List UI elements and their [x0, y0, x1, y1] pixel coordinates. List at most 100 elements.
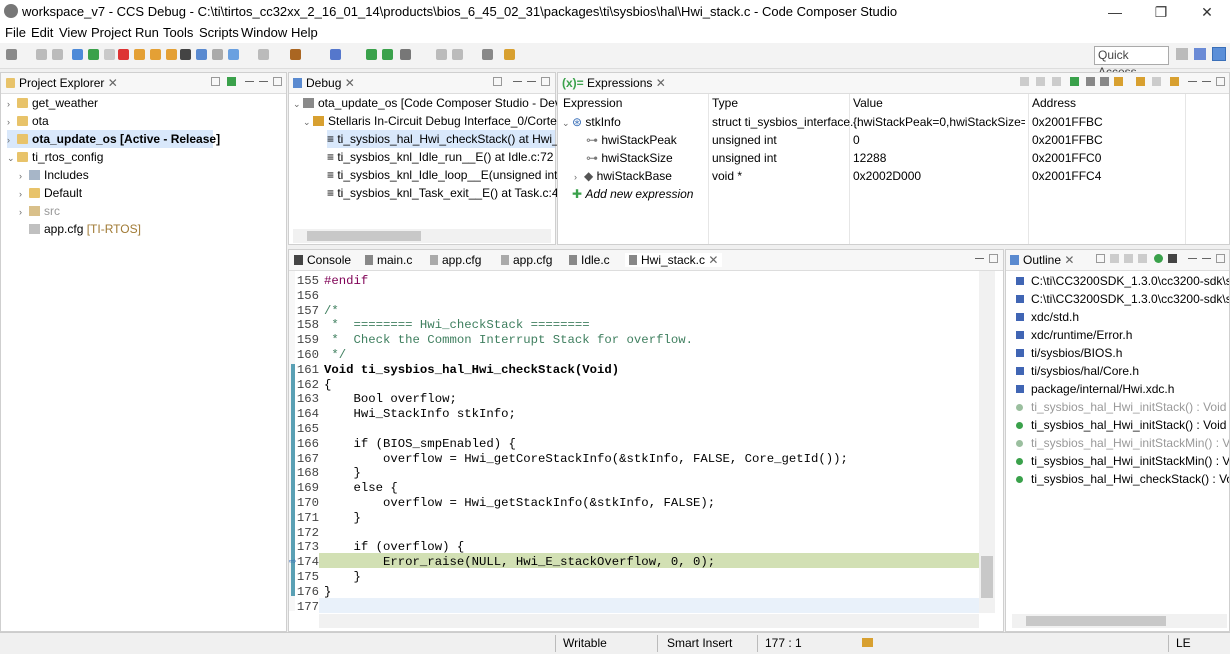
stack-frame[interactable]: ≡ ti_sysbios_knl_Idle_run__E() at Idle.c…: [327, 148, 576, 166]
show-logical-icon[interactable]: [1036, 77, 1045, 86]
expand-arrow-icon[interactable]: ›: [574, 168, 584, 186]
outline-include[interactable]: ti/sysbios/BIOS.h: [1016, 344, 1122, 362]
scrollbar-thumb[interactable]: [307, 231, 421, 241]
add-expression-icon[interactable]: [1070, 77, 1079, 86]
flash-icon[interactable]: [330, 49, 341, 60]
refresh-icon[interactable]: [1114, 77, 1123, 86]
minimize-view-icon[interactable]: [527, 81, 536, 82]
column-header-expression[interactable]: Expression: [563, 94, 622, 112]
menu-help[interactable]: Help: [291, 25, 318, 40]
pin-icon[interactable]: [1170, 77, 1179, 86]
editor-vertical-scrollbar[interactable]: [979, 271, 995, 613]
expand-arrow-icon[interactable]: ›: [7, 95, 17, 113]
menu-scripts[interactable]: Scripts: [199, 25, 239, 40]
perspective-debug-icon[interactable]: [1212, 47, 1226, 61]
minimize-view-icon[interactable]: [1202, 258, 1211, 259]
view-menu-icon[interactable]: [245, 81, 254, 82]
collapse-all-icon[interactable]: [1052, 77, 1061, 86]
tree-item-app-cfg[interactable]: app.cfg [TI-RTOS]: [19, 220, 141, 238]
outline-function[interactable]: ti_sysbios_hal_Hwi_initStack() : Void: [1016, 398, 1226, 416]
add-new-expression[interactable]: ✚ Add new expression: [572, 185, 693, 203]
remove-expression-icon[interactable]: [1086, 77, 1095, 86]
maximize-view-icon[interactable]: [541, 77, 550, 86]
outline-include[interactable]: xdc/std.h: [1016, 308, 1079, 326]
tab-hwi-stack-c[interactable]: Hwi_stack.c ✕: [625, 253, 723, 267]
open-perspective-icon[interactable]: [1176, 48, 1188, 60]
menu-edit[interactable]: Edit: [31, 25, 53, 40]
tab-console[interactable]: Console: [294, 253, 351, 267]
expression-row-hwistackpeak[interactable]: ⊶ hwiStackPeak: [586, 131, 677, 149]
new-icon[interactable]: [6, 49, 17, 60]
expression-value[interactable]: 0x2002D000: [853, 167, 921, 185]
quick-access-input[interactable]: Quick Access: [1094, 46, 1169, 79]
menu-project[interactable]: Project: [91, 25, 131, 40]
link-with-editor-icon[interactable]: [227, 77, 236, 86]
column-header-type[interactable]: Type: [712, 94, 738, 112]
expression-value[interactable]: {hwiStackPeak=0,hwiStackSize=1...: [853, 113, 1025, 131]
column-header-value[interactable]: Value: [853, 94, 883, 112]
outline-function[interactable]: ti_sysbios_hal_Hwi_initStack() : Void: [1016, 416, 1226, 434]
status-cursor-position[interactable]: 177 : 1: [765, 636, 802, 650]
code-area[interactable]: 155 #endif 156 157 /* 158 * ======== Hwi_chec…: [293, 274, 973, 614]
hide-fields-icon[interactable]: [1124, 254, 1133, 263]
registers-icon[interactable]: [196, 49, 207, 60]
expression-row-stkinfo[interactable]: ⌄ ⊛ stkInfo: [562, 113, 621, 131]
step-return-icon[interactable]: [166, 49, 177, 60]
outline-horizontal-scrollbar[interactable]: [1012, 614, 1227, 628]
hide-macros-icon[interactable]: [1168, 254, 1177, 263]
close-icon[interactable]: ✕: [108, 76, 118, 90]
continuous-refresh-icon[interactable]: [1136, 77, 1145, 86]
debug-icon[interactable]: [72, 49, 83, 60]
pin-icon[interactable]: [504, 49, 515, 60]
outline-include[interactable]: ti/sysbios/hal/Core.h: [1016, 362, 1139, 380]
restore-button[interactable]: ❐: [1146, 2, 1176, 22]
gear-icon[interactable]: [482, 49, 493, 60]
minimize-button[interactable]: —: [1100, 2, 1130, 22]
close-icon[interactable]: ✕: [345, 76, 355, 90]
tab-outline[interactable]: Outline ✕: [1010, 253, 1074, 267]
tools-icon[interactable]: [400, 49, 411, 60]
step-over-icon[interactable]: [150, 49, 161, 60]
scrollbar-thumb[interactable]: [1026, 616, 1166, 626]
history-icon[interactable]: [452, 49, 463, 60]
minimize-view-icon[interactable]: [1202, 81, 1211, 82]
tree-item-get-weather[interactable]: › get_weather: [7, 94, 98, 112]
debug-session[interactable]: ⌄ ota_update_os [Code Composer Studio - D…: [293, 94, 569, 112]
outline-include[interactable]: C:\ti\CC3200SDK_1.3.0\cc3200-sdk\s: [1016, 272, 1229, 290]
column-header-address[interactable]: Address: [1032, 94, 1076, 112]
expression-value[interactable]: 0: [853, 131, 860, 149]
tab-app-cfg[interactable]: app.cfg: [501, 253, 552, 267]
outline-function[interactable]: ti_sysbios_hal_Hwi_initStackMin() : Vc: [1016, 434, 1229, 452]
save-icon[interactable]: [36, 49, 47, 60]
show-type-icon[interactable]: [1020, 77, 1029, 86]
tab-idle-c[interactable]: Idle.c: [569, 253, 610, 267]
collapse-all-icon[interactable]: [1096, 254, 1105, 263]
step-into-icon[interactable]: [134, 49, 145, 60]
stack-frame[interactable]: ≡ ti_sysbios_knl_Task_exit__E() at Task.…: [327, 184, 582, 202]
tab-main-c[interactable]: main.c: [365, 253, 412, 267]
terminate-icon[interactable]: [118, 49, 129, 60]
close-icon[interactable]: ✕: [1064, 253, 1074, 267]
collapse-arrow-icon[interactable]: ⌄: [7, 149, 17, 167]
collapse-arrow-icon[interactable]: ⌄: [303, 113, 313, 131]
tree-item-src[interactable]: › src: [19, 202, 60, 220]
build-status-icon[interactable]: [862, 638, 873, 647]
close-icon[interactable]: ✕: [708, 253, 718, 267]
menu-tools[interactable]: Tools: [163, 25, 193, 40]
expand-arrow-icon[interactable]: ›: [19, 167, 29, 185]
connect-icon[interactable]: [366, 49, 377, 60]
link-icon[interactable]: [212, 49, 223, 60]
maximize-view-icon[interactable]: [989, 254, 998, 263]
stack-frame-selected[interactable]: ≡ ti_sysbios_hal_Hwi_checkStack() at Hwi…: [327, 130, 575, 148]
scrollbar-thumb[interactable]: [981, 556, 993, 598]
expand-arrow-icon[interactable]: ›: [7, 113, 17, 131]
view-menu-icon[interactable]: [1188, 258, 1197, 259]
maximize-view-icon[interactable]: [1216, 77, 1225, 86]
hide-nonpublic-icon[interactable]: [1154, 254, 1163, 263]
stack-frame[interactable]: ≡ ti_sysbios_knl_Idle_loop__E(unsigned i…: [327, 166, 571, 184]
expand-arrow-icon[interactable]: ›: [7, 131, 17, 149]
target-icon[interactable]: [228, 49, 239, 60]
menu-run[interactable]: Run: [135, 25, 159, 40]
search-icon[interactable]: [436, 49, 447, 60]
tab-app-cfg[interactable]: app.cfg: [430, 253, 481, 267]
